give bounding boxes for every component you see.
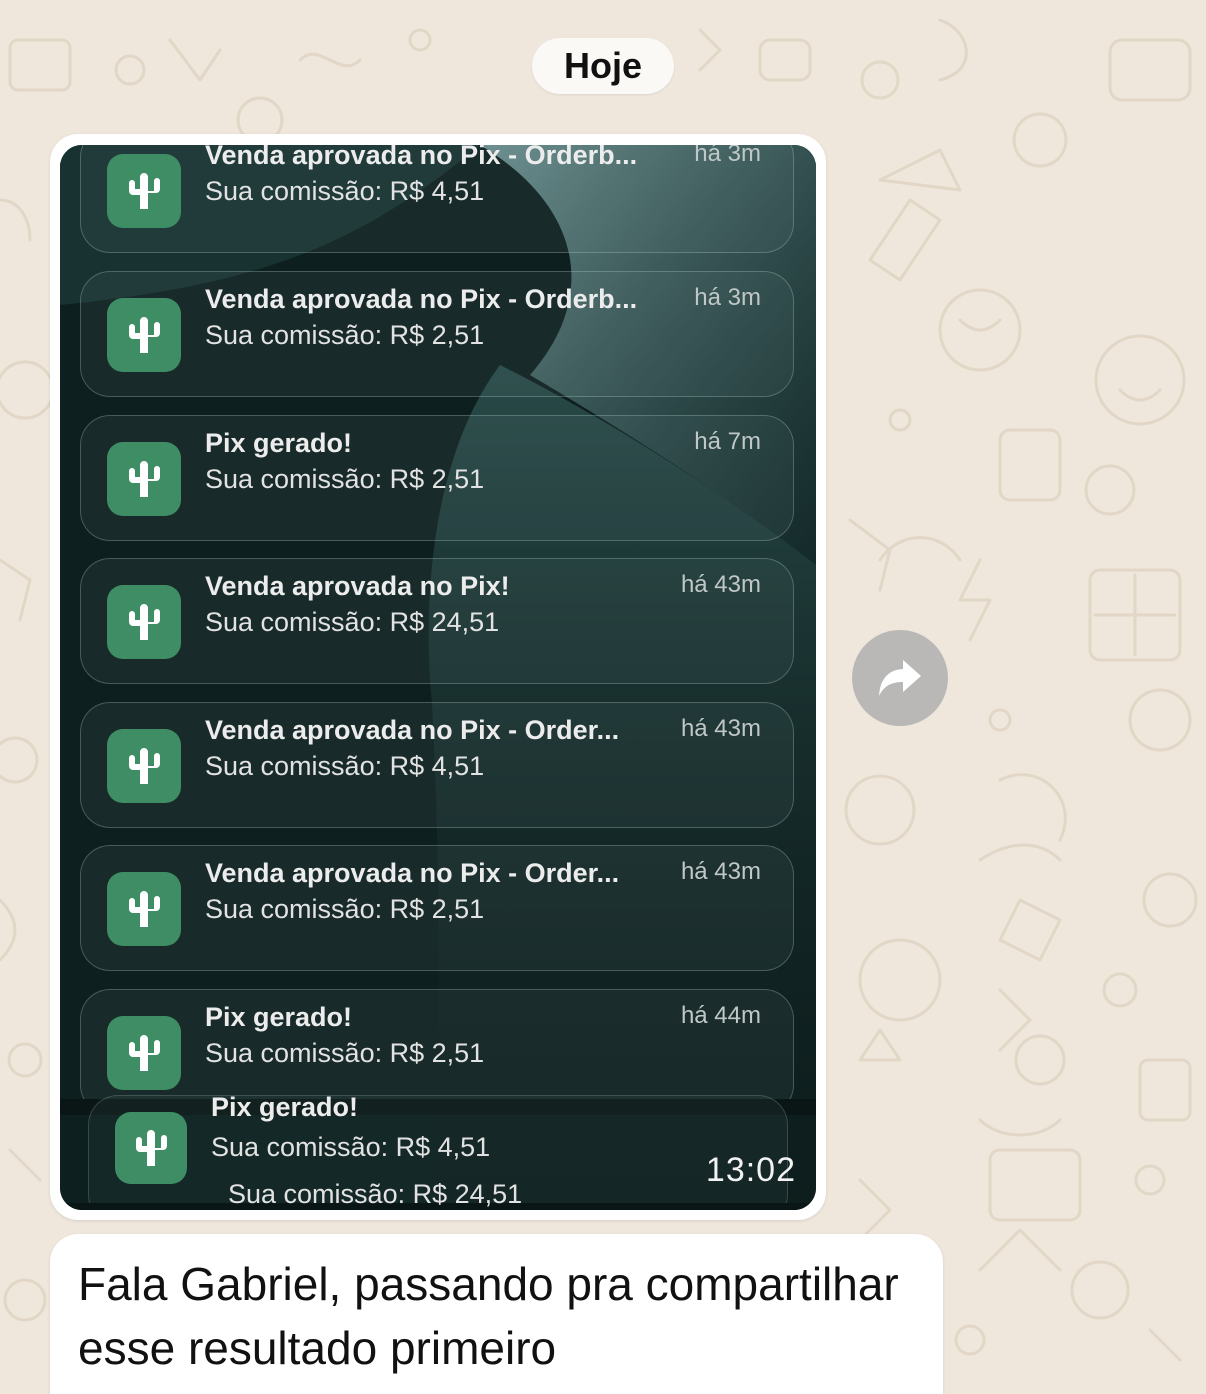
notification-title: Venda aprovada no Pix - Order...	[205, 858, 620, 888]
notification-title: Venda aprovada no Pix - Orderb...	[205, 145, 638, 170]
notification-card[interactable]: Venda aprovada no Pix - Order... Sua comi…	[80, 845, 794, 971]
text-message-bubble[interactable]: Fala Gabriel, passando pra compartilhar …	[50, 1234, 943, 1394]
app-icon	[107, 1016, 181, 1090]
notification-body: Sua comissão: R$ 2,51	[205, 1038, 485, 1068]
cactus-icon	[129, 461, 160, 497]
message-timestamp: 13:02	[705, 1151, 796, 1189]
notification-time: há 3m	[694, 145, 761, 167]
app-icon	[115, 1112, 187, 1184]
notification-body: Sua comissão: R$ 2,51	[205, 894, 485, 924]
notification-body-underneath: Sua comissão: R$ 24,51	[228, 1179, 523, 1209]
notification-card[interactable]: Venda aprovada no Pix - Orderb... Sua com…	[80, 271, 794, 397]
notification-card[interactable]: Pix gerado! Sua comissão: R$ 2,51 há 7m	[80, 415, 794, 541]
notification-body: Sua comissão: R$ 2,51	[205, 320, 485, 350]
notification-title: Venda aprovada no Pix!	[205, 571, 510, 601]
notification-body: Sua comissão: R$ 2,51	[205, 464, 485, 494]
notification-time: há 3m	[694, 284, 761, 311]
notification-card[interactable]: Venda aprovada no Pix! Sua comissão: R$ 2…	[80, 558, 794, 684]
notification-body: Sua comissão: R$ 4,51	[205, 176, 485, 206]
notification-title: Pix gerado!	[211, 1092, 359, 1122]
message-text: Fala Gabriel, passando pra compartilhar …	[78, 1258, 899, 1374]
notification-title: Venda aprovada no Pix - Orderb...	[205, 284, 638, 314]
notification-time: há 43m	[680, 858, 761, 885]
cactus-icon	[129, 1035, 160, 1071]
notification-time: há 44m	[680, 1002, 761, 1029]
notification-body: Sua comissão: R$ 24,51	[205, 607, 500, 637]
notification-body: Sua comissão: R$ 4,51	[205, 751, 485, 781]
notification-title: Pix gerado!	[205, 1002, 353, 1032]
cactus-icon	[129, 748, 160, 784]
date-separator: Hoje	[532, 38, 674, 94]
app-icon	[107, 729, 181, 803]
forward-icon	[879, 660, 921, 696]
shared-screenshot[interactable]: Venda aprovada no Pix - Orderb... Sua com…	[60, 145, 816, 1210]
forward-button[interactable]	[852, 630, 948, 726]
notification-body: Sua comissão: R$ 4,51	[211, 1132, 491, 1162]
app-icon	[107, 298, 181, 372]
cactus-icon	[129, 891, 160, 927]
cactus-icon	[129, 604, 160, 640]
app-icon	[107, 154, 181, 228]
cactus-icon	[129, 317, 160, 353]
cactus-icon	[129, 173, 160, 209]
app-icon	[107, 442, 181, 516]
app-icon	[107, 585, 181, 659]
app-icon	[107, 872, 181, 946]
notification-card[interactable]: Venda aprovada no Pix - Order... Sua comi…	[80, 702, 794, 828]
notification-card[interactable]: Venda aprovada no Pix - Orderb... Sua com…	[80, 145, 794, 253]
notification-title: Pix gerado!	[205, 428, 353, 458]
notification-time: há 7m	[694, 428, 761, 455]
notification-time: há 43m	[680, 571, 761, 598]
notification-time: há 43m	[680, 715, 761, 742]
notification-title: Venda aprovada no Pix - Order...	[205, 715, 620, 745]
cactus-icon	[136, 1130, 167, 1166]
